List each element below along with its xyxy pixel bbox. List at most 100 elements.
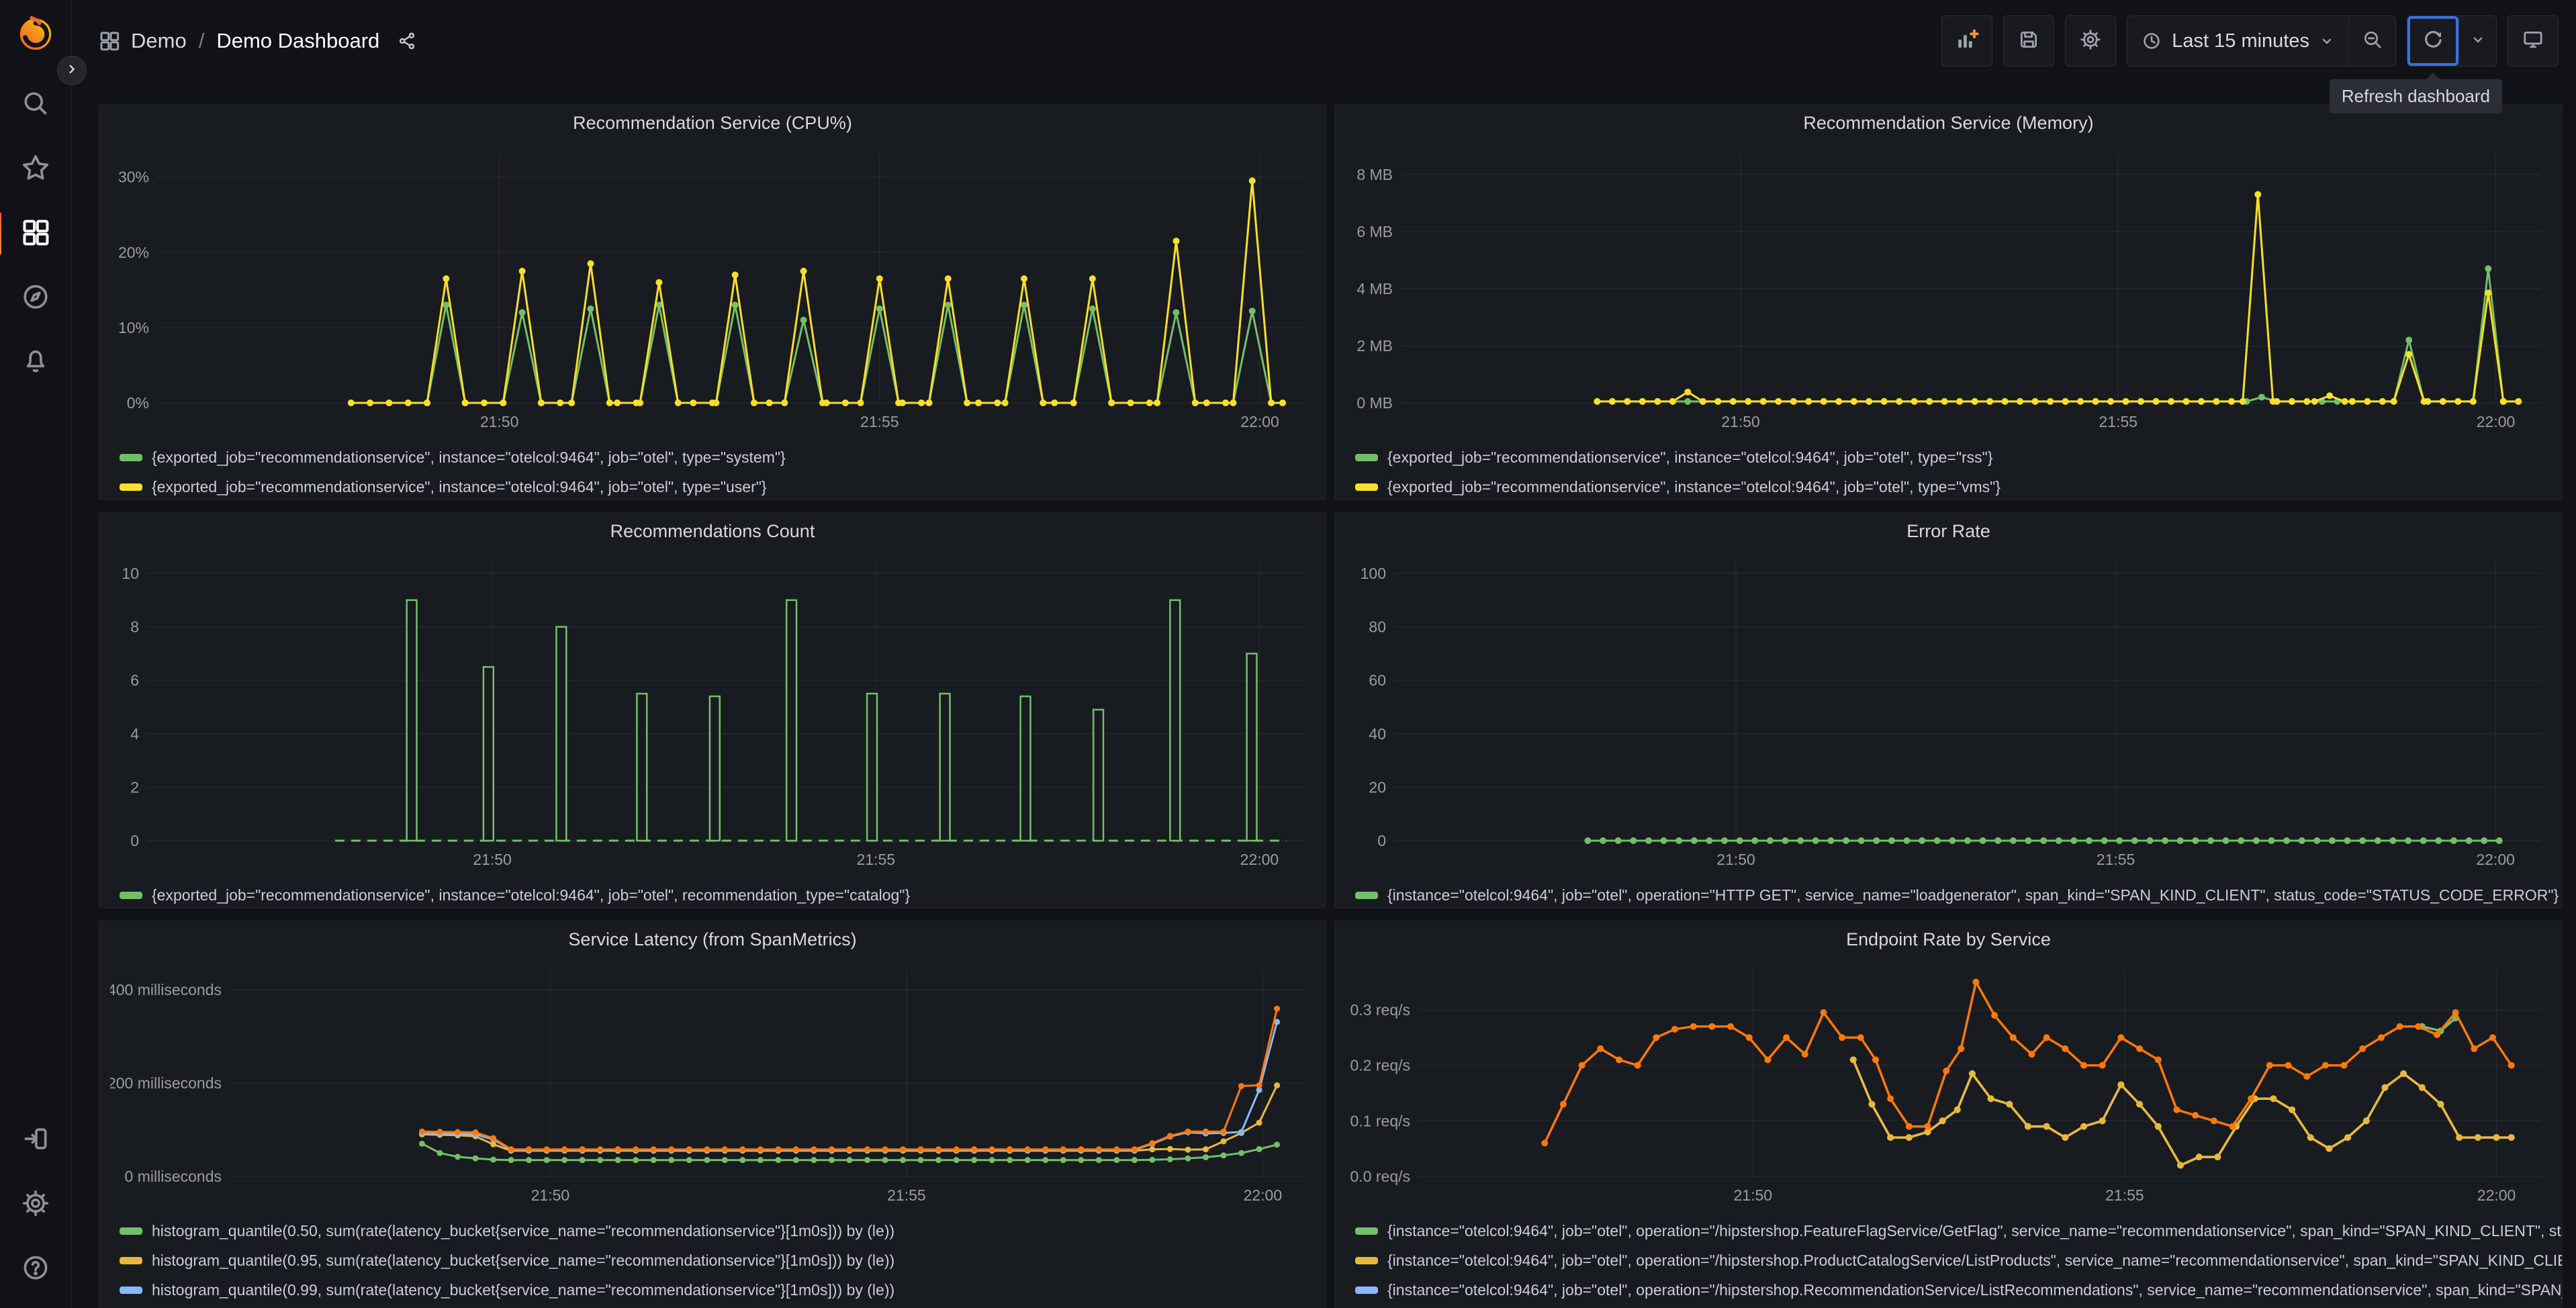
svg-text:0 MB: 0 MB xyxy=(1356,394,1393,412)
svg-text:6 MB: 6 MB xyxy=(1356,223,1393,240)
legend-swatch xyxy=(120,1227,142,1235)
legend-item[interactable]: {exported_job="recommendationservice", i… xyxy=(120,442,1326,472)
panel-title-memory[interactable]: Recommendation Service (Memory) xyxy=(1803,113,2093,134)
time-range-picker[interactable]: Last 15 minutes xyxy=(2127,16,2348,66)
legend-item[interactable]: histogram_quantile(0.50, sum(rate(latenc… xyxy=(120,1216,1326,1246)
svg-text:60: 60 xyxy=(1369,671,1386,689)
dashboard-settings-button[interactable] xyxy=(2065,15,2117,66)
zoom-out-time-button[interactable] xyxy=(2348,16,2395,66)
panel-title-latency[interactable]: Service Latency (from SpanMetrics) xyxy=(568,929,856,950)
sidebar-item-dashboards[interactable] xyxy=(0,212,50,255)
sidebar-item-search[interactable] xyxy=(21,90,50,120)
panel-latency: Service Latency (from SpanMetrics) 0 mill… xyxy=(99,921,1326,1308)
save-dashboard-button[interactable] xyxy=(2003,15,2055,66)
legend-item[interactable]: {instance="otelcol:9464", job="otel", op… xyxy=(1355,1246,2562,1275)
dashboards-grid-icon xyxy=(21,218,50,250)
panel-title-endpoint[interactable]: Endpoint Rate by Service xyxy=(1846,929,2051,950)
panel-header: Service Latency (from SpanMetrics) xyxy=(99,921,1326,957)
chart-error[interactable]: 0 20 40 60 80 100 21:50 21:55 22:00 xyxy=(1346,549,2552,874)
legend-swatch xyxy=(1355,1286,1378,1294)
chart-endpoint[interactable]: 0.0 req/s 0.1 req/s 0.2 req/s 0.3 req/s 21:5… xyxy=(1346,957,2552,1210)
legend-item[interactable]: {instance="otelcol:9464", job="otel", op… xyxy=(1355,1216,2562,1246)
svg-text:10: 10 xyxy=(122,565,139,582)
svg-text:6: 6 xyxy=(130,671,139,689)
panel-title-cpu[interactable]: Recommendation Service (CPU%) xyxy=(573,113,852,134)
svg-text:0.3 req/s: 0.3 req/s xyxy=(1350,1001,1411,1019)
legend-item[interactable]: {exported_job="recommendationservice", i… xyxy=(1355,442,2562,472)
svg-text:21:55: 21:55 xyxy=(887,1186,926,1204)
expand-sidebar-button[interactable] xyxy=(57,56,87,85)
svg-text:8 MB: 8 MB xyxy=(1356,166,1393,183)
add-panel-button[interactable] xyxy=(1941,15,1993,66)
legend-item[interactable]: {exported_job="recommendationservice", i… xyxy=(120,880,1326,908)
panel-error: Error Rate 0 20 40 60 80 100 21:50 21:55 22:00 {in… xyxy=(1334,512,2563,908)
svg-text:21:55: 21:55 xyxy=(2105,1186,2144,1204)
breadcrumb-separator: / xyxy=(198,29,205,52)
svg-text:22:00: 22:00 xyxy=(2476,851,2515,868)
svg-text:21:50: 21:50 xyxy=(1716,851,1755,868)
sidebar-item-alerting[interactable] xyxy=(21,348,50,377)
legend-swatch xyxy=(120,891,142,899)
legend-swatch xyxy=(120,1286,142,1294)
svg-text:21:50: 21:50 xyxy=(1733,1186,1772,1204)
cycle-view-mode-button[interactable] xyxy=(2508,15,2559,66)
grafana-logo-icon[interactable] xyxy=(16,13,55,52)
chart-latency[interactable]: 0 milliseconds 200 milliseconds 400 millis… xyxy=(107,957,1316,1210)
legend-label: {exported_job="recommendationservice", i… xyxy=(152,886,911,904)
sidebar-item-help[interactable] xyxy=(21,1254,50,1284)
dashboard-area: Recommendation Service (CPU%) 0% 10% 20% 30%… xyxy=(72,82,2576,1308)
panel-header: Error Rate xyxy=(1335,513,2562,549)
legend-label: {instance="otelcol:9464", job="otel", op… xyxy=(1387,1251,2562,1269)
sidebar-item-configuration[interactable] xyxy=(21,1190,50,1219)
sidebar-item-explore[interactable] xyxy=(21,283,50,313)
sign-in-icon xyxy=(21,1124,50,1157)
legend-item[interactable]: histogram_quantile(0.99, sum(rate(latenc… xyxy=(120,1275,1326,1305)
legend-label: {exported_job="recommendationservice", i… xyxy=(1387,477,2001,496)
search-minus-icon xyxy=(2362,29,2383,54)
panel-chart-area: 0 milliseconds 200 milliseconds 400 millis… xyxy=(99,957,1326,1213)
sidebar-item-starred[interactable] xyxy=(21,154,50,184)
time-picker-group: Last 15 minutes xyxy=(2127,15,2396,66)
apps-grid-icon xyxy=(99,30,120,52)
svg-text:2: 2 xyxy=(130,778,139,796)
svg-text:21:55: 21:55 xyxy=(2097,851,2135,868)
share-dashboard-button[interactable] xyxy=(397,31,417,51)
legend-memory: {exported_job="recommendationservice", i… xyxy=(1335,440,2562,500)
refresh-interval-dropdown[interactable] xyxy=(2458,16,2496,66)
svg-text:30%: 30% xyxy=(118,169,149,186)
svg-text:21:55: 21:55 xyxy=(860,413,899,430)
panel-title-count[interactable]: Recommendations Count xyxy=(610,521,815,542)
grafana-app: Demo / Demo Dashboard Last 15 minutes Re… xyxy=(0,0,2576,1308)
legend-item[interactable]: {instance="otelcol:9464", job="otel", op… xyxy=(1355,880,2562,908)
refresh-dashboard-button[interactable] xyxy=(2407,16,2458,66)
svg-text:22:00: 22:00 xyxy=(2477,1186,2516,1204)
legend-label: {instance="otelcol:9464", job="otel", op… xyxy=(1387,886,2559,904)
compass-icon xyxy=(21,282,50,315)
svg-text:0%: 0% xyxy=(127,394,149,412)
legend-count: {exported_job="recommendationservice", i… xyxy=(99,878,1326,908)
legend-item[interactable]: histogram_quantile(0.999, sum(rate(laten… xyxy=(120,1305,1326,1308)
panel-memory: Recommendation Service (Memory) 0 MB 2 MB 4… xyxy=(1334,104,2563,500)
svg-text:0: 0 xyxy=(130,832,139,849)
legend-item[interactable]: {exported_job="recommendationservice", i… xyxy=(120,472,1326,500)
legend-label: histogram_quantile(0.95, sum(rate(latenc… xyxy=(152,1251,895,1269)
legend-label: {exported_job="recommendationservice", i… xyxy=(152,477,767,496)
chart-memory[interactable]: 0 MB 2 MB 4 MB 6 MB 8 MB 21:50 21:55 22:00 xyxy=(1346,141,2552,436)
chart-count[interactable]: 0 2 4 6 8 10 21:50 21:55 22:00 xyxy=(110,549,1316,874)
sidebar-item-sign-in[interactable] xyxy=(21,1125,50,1155)
star-icon xyxy=(21,153,50,186)
panel-title-error[interactable]: Error Rate xyxy=(1906,521,1990,542)
legend-swatch xyxy=(120,1256,142,1264)
legend-item[interactable]: {exported_job="recommendationservice", i… xyxy=(1355,472,2562,500)
breadcrumb-folder[interactable]: Demo xyxy=(131,29,187,53)
legend-item[interactable]: histogram_quantile(0.95, sum(rate(latenc… xyxy=(120,1246,1326,1275)
panel-chart-area: 0.0 req/s 0.1 req/s 0.2 req/s 0.3 req/s 21:5… xyxy=(1335,957,2562,1213)
chart-cpu[interactable]: 0% 10% 20% 30% 21:50 21:55 22:00 xyxy=(110,141,1316,436)
svg-text:80: 80 xyxy=(1369,618,1386,636)
sidebar-top-group xyxy=(0,90,50,377)
legend-item[interactable]: {instance="otelcol:9464", job="otel", op… xyxy=(1355,1305,2562,1308)
tooltip-text: Refresh dashboard xyxy=(2341,86,2490,106)
legend-item[interactable]: {instance="otelcol:9464", job="otel", op… xyxy=(1355,1275,2562,1305)
svg-text:0.1 req/s: 0.1 req/s xyxy=(1350,1112,1411,1129)
svg-text:0: 0 xyxy=(1377,832,1386,849)
